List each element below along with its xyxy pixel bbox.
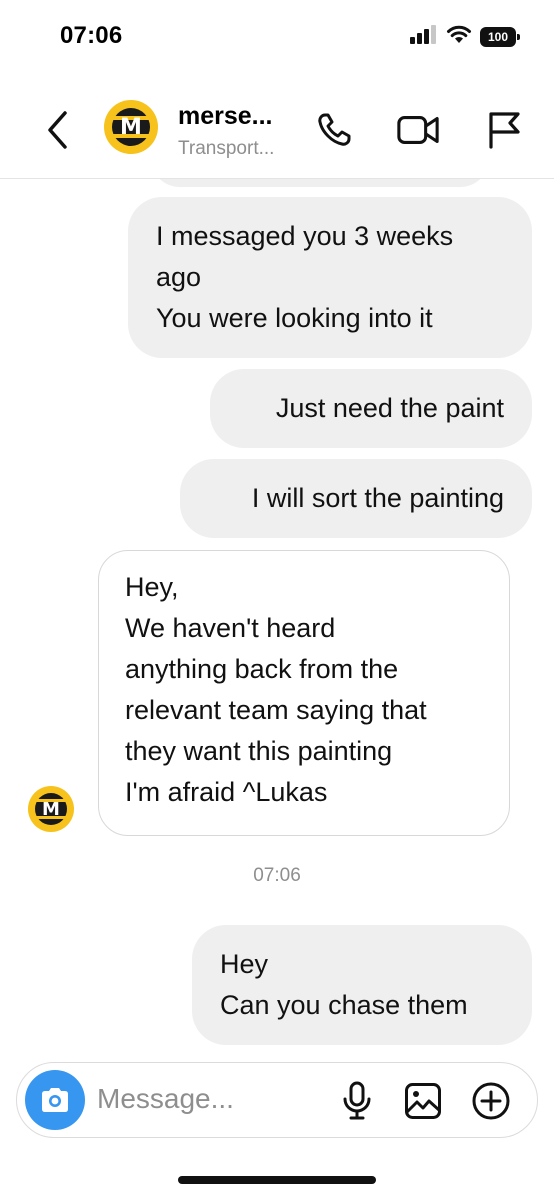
plus-icon[interactable] [469, 1079, 513, 1123]
sender-avatar[interactable]: M [28, 786, 74, 832]
home-indicator[interactable] [178, 1176, 376, 1184]
contact-avatar[interactable]: M [104, 100, 158, 154]
message-bubble-incoming[interactable]: Hey, We haven't heard anything back from… [98, 550, 510, 836]
phone-icon[interactable] [312, 108, 356, 152]
wifi-icon [446, 24, 472, 49]
status-icons: 100 [410, 24, 520, 49]
previous-message-bubble [150, 179, 490, 187]
back-chevron-icon[interactable] [38, 106, 78, 154]
video-icon[interactable] [396, 108, 440, 152]
contact-name[interactable]: merse... [178, 102, 273, 131]
message-bubble-outgoing[interactable]: I will sort the painting [180, 459, 532, 538]
signal-icon [410, 24, 438, 49]
camera-icon[interactable] [25, 1070, 85, 1130]
gallery-icon[interactable] [401, 1079, 445, 1123]
message-composer [16, 1062, 538, 1138]
microphone-icon[interactable] [335, 1079, 379, 1123]
message-bubble-outgoing[interactable]: I messaged you 3 weeks ago You were look… [128, 197, 532, 358]
message-bubble-outgoing[interactable]: Hey Can you chase them [192, 925, 532, 1045]
flag-icon[interactable] [482, 108, 526, 152]
contact-subtitle[interactable]: Transport... [178, 138, 274, 160]
message-input[interactable] [97, 1077, 297, 1121]
status-bar: 07:06 100 [0, 0, 554, 80]
logo-icon: M [35, 793, 67, 825]
status-time: 07:06 [60, 22, 123, 49]
battery-icon: 100 [480, 26, 520, 47]
logo-icon: M [112, 108, 150, 146]
message-thread[interactable]: I messaged you 3 weeks ago You were look… [0, 179, 554, 1059]
chat-header: M merse... Transport... [0, 82, 554, 178]
message-timestamp: 07:06 [253, 865, 301, 886]
message-bubble-outgoing[interactable]: Just need the paint [210, 369, 532, 448]
